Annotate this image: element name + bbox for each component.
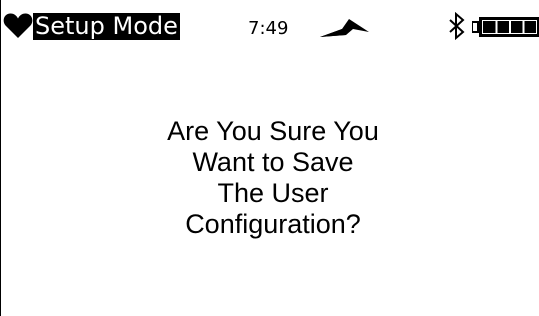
status-bar: Setup Mode 7:49: [1, 0, 539, 40]
message-line: Are You Sure You: [167, 116, 379, 146]
heart-icon: [3, 13, 33, 38]
message-line: The User: [217, 178, 329, 208]
bluetooth-icon: [449, 12, 465, 40]
signal-icon: [320, 19, 369, 37]
device-screen: Setup Mode 7:49 Are You Sure You Want to…: [0, 0, 539, 316]
message-line: Configuration?: [185, 209, 361, 239]
battery-icon: [472, 17, 539, 37]
mode-label: Setup Mode: [33, 12, 180, 40]
message-line: Want to Save: [192, 147, 354, 177]
clock: 7:49: [248, 18, 289, 39]
confirm-save-message: Are You Sure You Want to Save The User C…: [101, 116, 445, 240]
